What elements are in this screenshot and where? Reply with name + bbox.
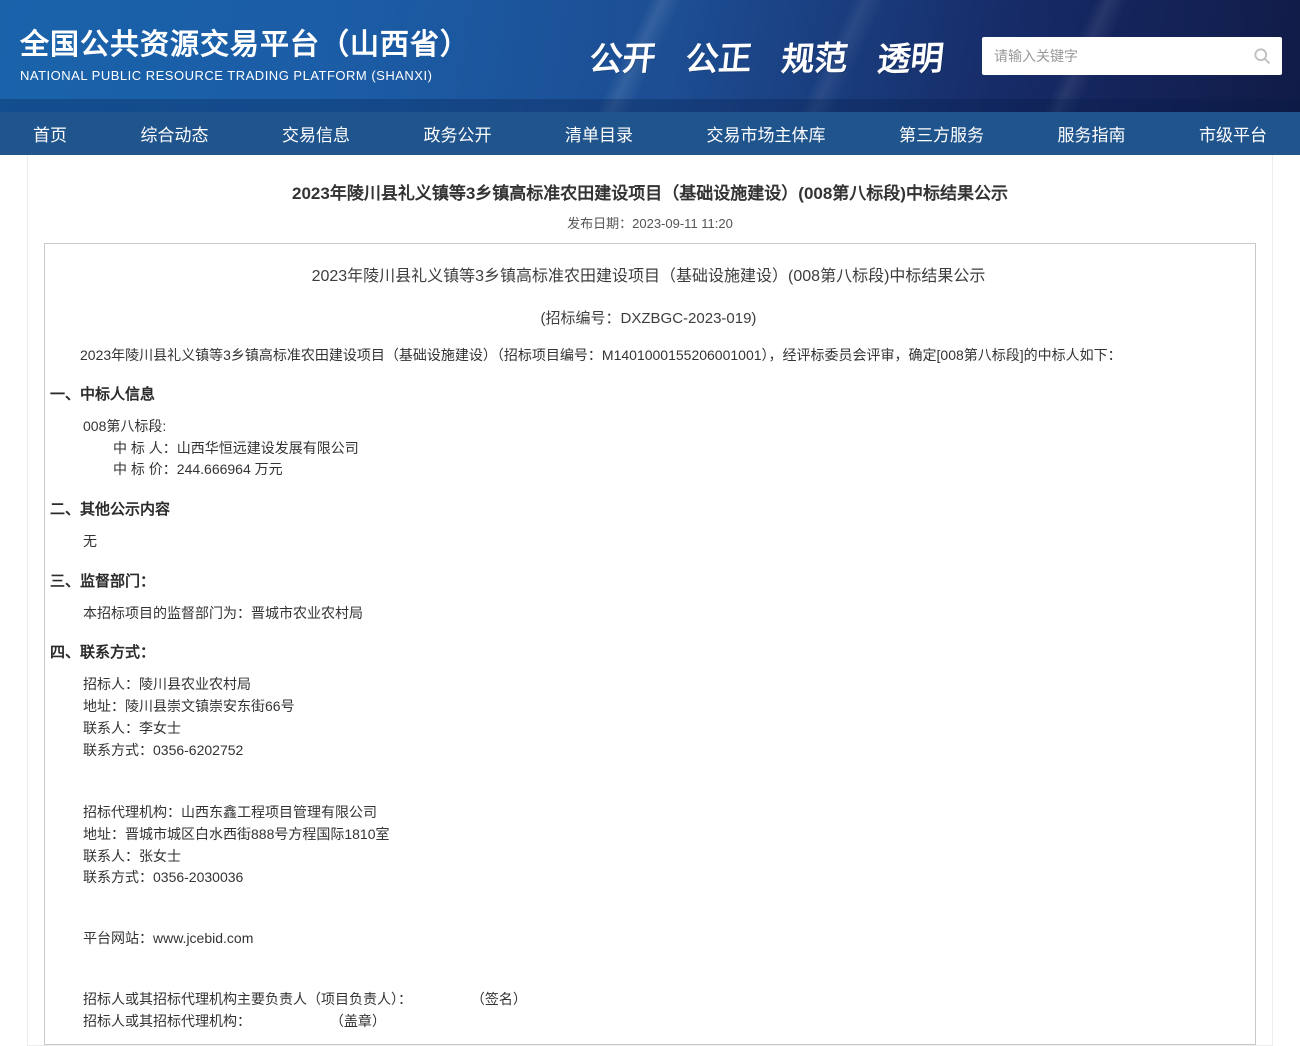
agency-name-line: 招标代理机构：山西东鑫工程项目管理有限公司 <box>83 802 1247 824</box>
section-heading-other-content: 二、其他公示内容 <box>50 498 1247 519</box>
signature-line-2-suffix: （盖章） <box>330 1011 386 1033</box>
nav-item-gov-disclosure[interactable]: 政务公开 <box>424 121 492 146</box>
nav-item-market-entity-library[interactable]: 交易市场主体库 <box>707 121 826 146</box>
nav-item-city-platform[interactable]: 市级平台 <box>1199 121 1267 146</box>
lot-label: 008第八标段: <box>83 416 1247 438</box>
content-panel: 2023年陵川县礼义镇等3乡镇高标准农田建设项目（基础设施建设）(008第八标段… <box>27 155 1273 1046</box>
signature-line-1-label: 招标人或其招标代理机构主要负责人（项目负责人）： <box>83 991 412 1007</box>
search-input[interactable] <box>982 37 1282 75</box>
site-subtitle-en: NATIONAL PUBLIC RESOURCE TRADING PLATFOR… <box>20 68 480 83</box>
signature-block: 招标人或其招标代理机构主要负责人（项目负责人）： （签名） 招标人或其招标代理机… <box>83 989 1247 1032</box>
nav-item-trade-info[interactable]: 交易信息 <box>282 121 350 146</box>
tenderer-address-line: 地址：陵川县崇文镇崇安东街66号 <box>83 696 1247 718</box>
agency-phone-line: 联系方式：0356-2030036 <box>83 867 1247 889</box>
site-title: 全国公共资源交易平台（山西省） <box>20 29 480 62</box>
document-title: 2023年陵川县礼义镇等3乡镇高标准农田建设项目（基础设施建设）(008第八标段… <box>50 262 1247 286</box>
platform-website-line: 平台网站：www.jcebid.com <box>83 928 1247 948</box>
header-inner: 全国公共资源交易平台（山西省） NATIONAL PUBLIC RESOURCE… <box>0 0 1300 112</box>
slogan-word-transparent: 透明 <box>875 31 946 80</box>
nav-item-list-catalog[interactable]: 清单目录 <box>565 121 633 146</box>
agency-address-line: 地址：晋城市城区白水西街888号方程国际1810室 <box>83 824 1247 846</box>
other-content-value: 无 <box>83 531 1247 553</box>
signature-line-2: 招标人或其招标代理机构： （盖章） <box>83 1011 1247 1033</box>
winner-line: 中 标 人：山西华恒远建设发展有限公司 <box>113 438 1247 460</box>
agency-contact-person-line: 联系人：张女士 <box>83 846 1247 868</box>
section-heading-supervisor: 三、监督部门： <box>50 570 1247 591</box>
bid-number: (招标编号：DXZBGC-2023-019) <box>50 307 1247 328</box>
search-button[interactable] <box>1246 41 1278 71</box>
signature-line-1-suffix: （签名） <box>471 989 527 1011</box>
slogan-word-open: 公开 <box>587 31 658 80</box>
intro-paragraph: 2023年陵川县礼义镇等3乡镇高标准农田建设项目（基础设施建设）（招标项目编号：… <box>50 345 1247 366</box>
main-nav: 首页 综合动态 交易信息 政务公开 清单目录 交易市场主体库 第三方服务 服务指… <box>0 112 1300 155</box>
tenderer-contact-block: 招标人：陵川县农业农村局 地址：陵川县崇文镇崇安东街66号 联系人：李女士 联系… <box>83 674 1247 761</box>
price-line: 中 标 价：244.666964 万元 <box>113 459 1247 481</box>
search-icon <box>1252 46 1272 66</box>
section-heading-winner-info: 一、中标人信息 <box>50 383 1247 404</box>
nav-item-home[interactable]: 首页 <box>33 121 67 146</box>
signature-line-1: 招标人或其招标代理机构主要负责人（项目负责人）： （签名） <box>83 989 1247 1011</box>
announcement-document: 2023年陵川县礼义镇等3乡镇高标准农田建设项目（基础设施建设）(008第八标段… <box>44 243 1256 1045</box>
site-logo[interactable]: 全国公共资源交易平台（山西省） NATIONAL PUBLIC RESOURCE… <box>20 29 480 83</box>
publish-date: 发布日期：2023-09-11 11:20 <box>28 213 1272 232</box>
search-box <box>982 37 1282 75</box>
tenderer-name-line: 招标人：陵川县农业农村局 <box>83 674 1247 696</box>
agency-contact-block: 招标代理机构：山西东鑫工程项目管理有限公司 地址：晋城市城区白水西街888号方程… <box>83 802 1247 889</box>
page-title: 2023年陵川县礼义镇等3乡镇高标准农田建设项目（基础设施建设）(008第八标段… <box>28 155 1272 204</box>
slogan-word-standard: 规范 <box>779 31 850 80</box>
tenderer-contact-person-line: 联系人：李女士 <box>83 718 1247 740</box>
supervisor-line: 本招标项目的监督部门为：晋城市农业农村局 <box>83 603 1247 625</box>
site-header: 全国公共资源交易平台（山西省） NATIONAL PUBLIC RESOURCE… <box>0 0 1300 112</box>
nav-item-service-guide[interactable]: 服务指南 <box>1058 121 1126 146</box>
slogan-word-fair: 公正 <box>683 31 754 80</box>
nav-item-third-party-service[interactable]: 第三方服务 <box>899 121 984 146</box>
nav-item-comprehensive-news[interactable]: 综合动态 <box>141 121 209 146</box>
section-heading-contact: 四、联系方式： <box>50 641 1247 662</box>
tenderer-phone-line: 联系方式：0356-6202752 <box>83 740 1247 762</box>
signature-line-2-label: 招标人或其招标代理机构： <box>83 1013 251 1029</box>
slogan-banner: 公开 公正 规范 透明 <box>590 32 944 80</box>
